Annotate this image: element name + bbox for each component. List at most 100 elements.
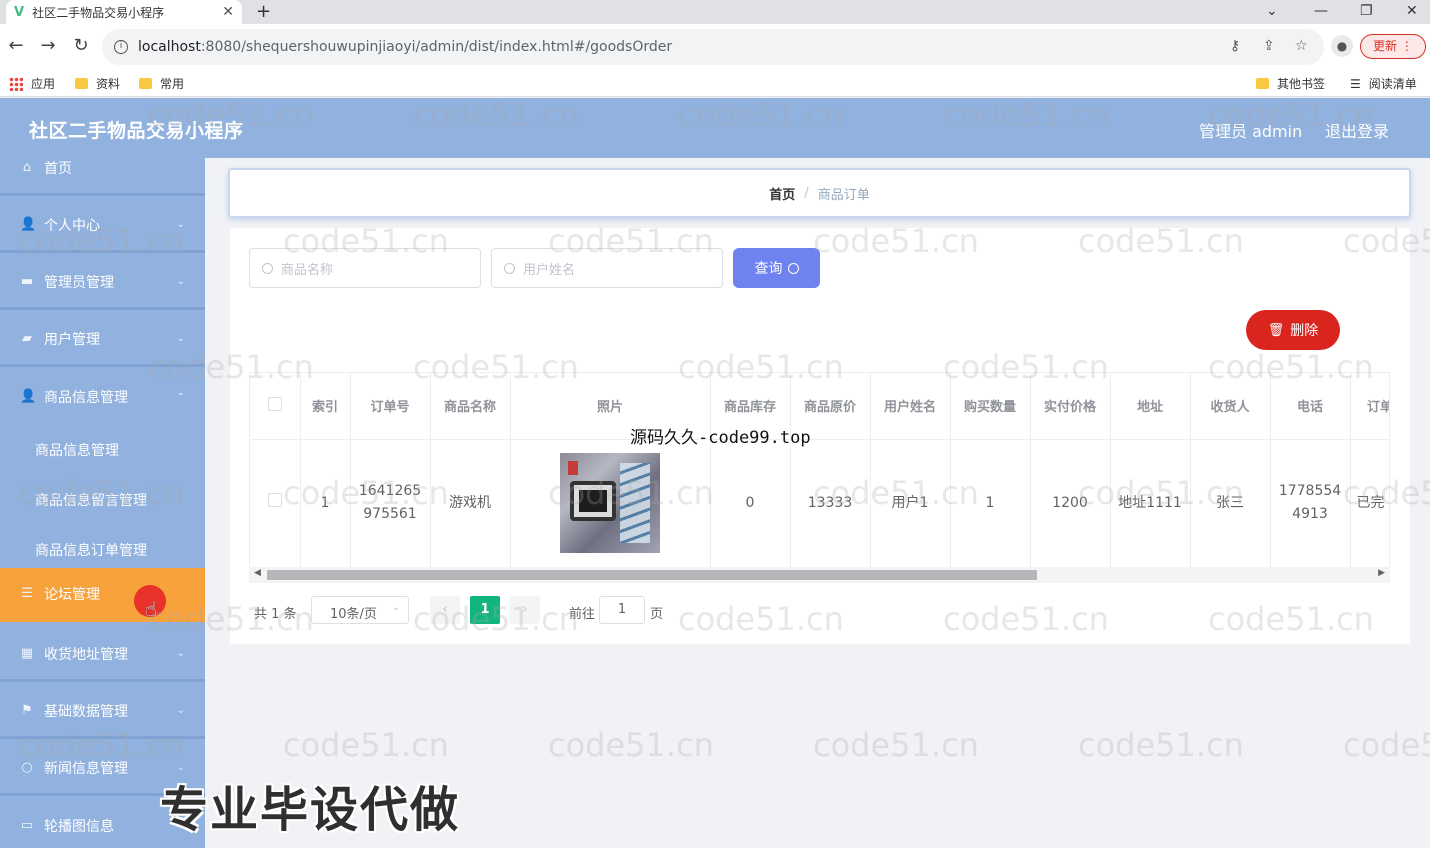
logout-link[interactable]: 退出登录: [1325, 118, 1389, 142]
overlay-code-text: 源码久久-code99.top: [630, 428, 811, 448]
overlay-banner-text: 专业毕设代做: [160, 782, 461, 838]
sidebar-item-basedata[interactable]: ⚑ 基础数据管理 ⌄: [0, 685, 205, 739]
column-header: 实付价格: [1030, 373, 1111, 440]
table-row: 1 1641265975561 游戏机 0 13333 用户1 1 1200 地…: [250, 439, 1389, 567]
flag-icon: ⚑: [21, 702, 33, 718]
sidebar-item-profile[interactable]: 👤 个人中心 ⌄: [0, 199, 205, 253]
cell-user-name: 用户1: [870, 439, 951, 567]
row-checkbox[interactable]: [250, 439, 301, 567]
sidebar-item-admins[interactable]: ▬ 管理员管理 ⌄: [0, 256, 205, 310]
watermark-text: code51.cn: [283, 726, 449, 764]
sidebar-item-goods[interactable]: 👤 商品信息管理 ⌃: [0, 370, 205, 424]
chevron-down-icon: ⌄: [176, 276, 185, 287]
content-card: 商品名称 用户姓名 查询 🗑 删除 索引 订单号 商品名称 照片 商品库存 商品…: [230, 228, 1410, 644]
forward-icon[interactable]: →: [38, 35, 58, 56]
sidebar-subitem-goods-comments[interactable]: 商品信息留言管理: [0, 475, 205, 525]
update-button[interactable]: 更新 ⋮: [1360, 34, 1426, 59]
cell-index: 1: [300, 439, 351, 567]
tab-search-icon[interactable]: ⌄: [1266, 0, 1278, 24]
delete-button[interactable]: 🗑 删除: [1246, 310, 1340, 350]
folder-icon: [139, 78, 152, 89]
browser-toolbar: ← → ↻ i localhost:8080/shequershouwupinj…: [0, 24, 1430, 69]
apps-grid-icon: [9, 76, 23, 91]
column-header: 用户姓名: [870, 373, 951, 440]
reading-list[interactable]: ☰ 阅读清单: [1350, 75, 1417, 92]
sidebar-item-home[interactable]: ⌂ 首页: [0, 142, 205, 196]
chevron-down-icon: ⌄: [176, 219, 185, 230]
next-page-button[interactable]: ›: [510, 596, 540, 624]
browser-tab[interactable]: V 社区二手物品交易小程序 ✕: [6, 0, 242, 24]
sidebar-item-forum[interactable]: ☰ 论坛管理: [0, 568, 205, 622]
query-button[interactable]: 查询: [733, 248, 820, 288]
reading-list-icon: ☰: [1350, 76, 1361, 91]
cell-address: 地址1111: [1110, 439, 1191, 567]
user-icon: 👤: [20, 389, 37, 404]
prev-page-button[interactable]: ‹: [430, 596, 460, 624]
profile-avatar-icon[interactable]: ●: [1331, 35, 1353, 57]
watermark-text: code51.cn: [548, 726, 714, 764]
column-header: 订单: [1350, 373, 1389, 440]
column-header: 商品名称: [430, 373, 511, 440]
reload-icon[interactable]: ↻: [71, 35, 91, 56]
cell-stock: 0: [710, 439, 791, 567]
goto-page-input[interactable]: 1: [599, 596, 645, 624]
page-size-select[interactable]: 10条/页 ⌄: [311, 596, 409, 624]
table-header-row: 索引 订单号 商品名称 照片 商品库存 商品原价 用户姓名 购买数量 实付价格 …: [250, 373, 1389, 440]
select-all-checkbox[interactable]: [250, 373, 301, 440]
briefcase-icon: ▬: [20, 273, 34, 289]
back-icon[interactable]: ←: [6, 35, 26, 56]
bookmarks-bar: 应用 资料 常用 其他书签 ☰ 阅读清单: [0, 69, 1430, 97]
cell-goods-name: 游戏机: [430, 439, 511, 567]
bookmark-folder[interactable]: 常用: [139, 75, 184, 92]
new-tab-button[interactable]: +: [256, 0, 271, 24]
scroll-left-icon[interactable]: ◀: [254, 568, 261, 578]
column-header: 订单号: [350, 373, 431, 440]
folder-icon: [1256, 78, 1269, 89]
sidebar-subitem-goods[interactable]: 商品信息管理: [0, 425, 205, 475]
breadcrumb-current: 商品订单: [817, 187, 870, 203]
cell-qty: 1: [950, 439, 1031, 567]
monitor-icon: ▭: [20, 818, 34, 833]
chevron-down-icon: ⌄: [176, 333, 185, 344]
pagination-total: 共 1 条: [254, 607, 297, 622]
goods-name-input[interactable]: 商品名称: [249, 248, 481, 288]
breadcrumb-home[interactable]: 首页: [769, 184, 795, 203]
page-number-active[interactable]: 1: [470, 596, 500, 624]
bookmark-apps[interactable]: 应用: [9, 75, 55, 92]
circle-icon: ○: [21, 759, 33, 775]
bookmark-folder[interactable]: 资料: [75, 75, 120, 92]
pagination: 共 1 条 10条/页 ⌄ ‹ 1 › 前往 1 页: [230, 596, 930, 626]
sidebar: ⌂ 首页 👤 个人中心 ⌄ ▬ 管理员管理 ⌄ ▰ 用户管理 ⌄ 👤 商品信息管…: [0, 158, 205, 848]
chevron-up-icon: ⌃: [176, 391, 185, 403]
chevron-down-icon: ⌄: [391, 602, 400, 613]
share-icon[interactable]: ⇪: [1263, 38, 1275, 54]
chevron-down-icon: ⌄: [176, 705, 185, 716]
breadcrumb-separator: /: [804, 185, 809, 201]
sidebar-item-users[interactable]: ▰ 用户管理 ⌄: [0, 313, 205, 367]
sidebar-item-address[interactable]: ▦ 收货地址管理 ⌄: [0, 628, 205, 682]
site-info-icon[interactable]: i: [114, 40, 128, 54]
ticket-icon: ▰: [22, 330, 32, 346]
current-user: 管理员 admin: [1199, 122, 1303, 141]
breadcrumb: 首页 / 商品订单: [228, 168, 1411, 218]
horizontal-scrollbar[interactable]: ◀ ▶: [249, 567, 1390, 583]
scroll-right-icon[interactable]: ▶: [1378, 568, 1385, 578]
close-window-icon[interactable]: ✕: [1406, 0, 1418, 24]
cell-paid: 1200: [1030, 439, 1111, 567]
orders-table: 索引 订单号 商品名称 照片 商品库存 商品原价 用户姓名 购买数量 实付价格 …: [249, 372, 1390, 583]
restore-icon[interactable]: ❐: [1360, 0, 1373, 24]
column-header: 购买数量: [950, 373, 1031, 440]
watermark-text: code51.cn: [1078, 726, 1244, 764]
close-tab-icon[interactable]: ✕: [222, 4, 234, 20]
key-icon[interactable]: ⚷: [1230, 38, 1240, 54]
goods-photo[interactable]: [560, 453, 660, 554]
cell-phone: 17785544913: [1270, 439, 1351, 567]
bookmark-other[interactable]: 其他书签: [1256, 75, 1325, 92]
minimize-icon[interactable]: —: [1314, 0, 1328, 24]
bookmark-star-icon[interactable]: ☆: [1295, 38, 1308, 54]
scrollbar-thumb[interactable]: [267, 570, 1037, 580]
cell-status: 已完: [1350, 439, 1389, 567]
user-name-input[interactable]: 用户姓名: [491, 248, 723, 288]
cell-receiver: 张三: [1190, 439, 1271, 567]
address-bar[interactable]: i localhost:8080/shequershouwupinjiaoyi/…: [102, 29, 1324, 65]
